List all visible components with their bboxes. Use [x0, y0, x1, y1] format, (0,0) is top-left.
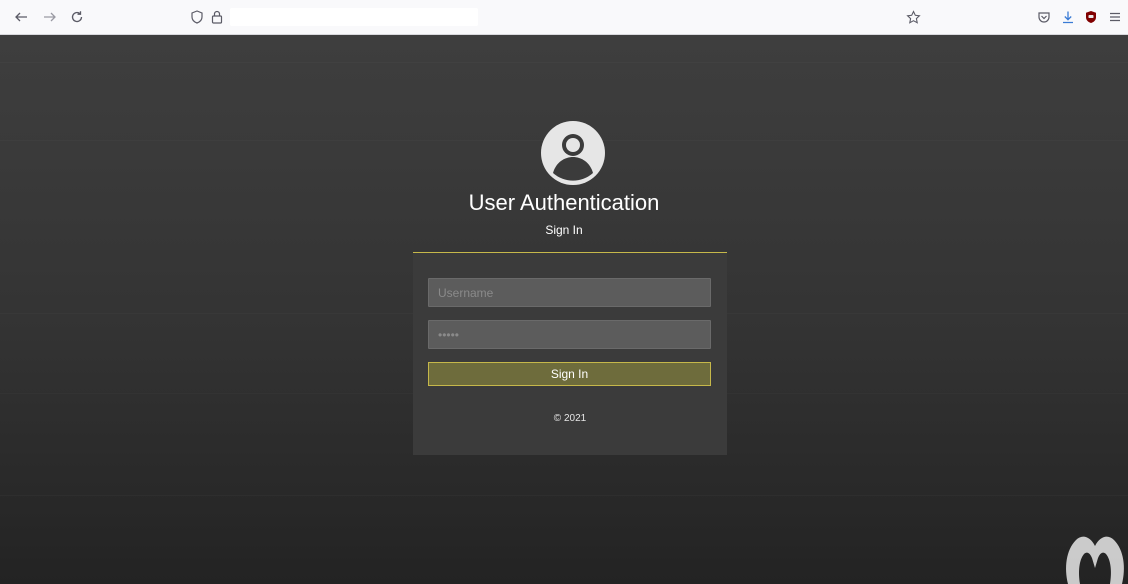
- pocket-icon: [1038, 12, 1050, 23]
- username-input[interactable]: [428, 278, 711, 307]
- bookmark-star-icon: [905, 9, 921, 24]
- menu-icon: [1110, 12, 1120, 22]
- arrow-right-icon: [44, 12, 56, 22]
- lock-icon[interactable]: [210, 10, 224, 24]
- login-card: Sign In © 2021: [413, 252, 727, 455]
- menu-button[interactable]: [1104, 6, 1126, 28]
- shield-outline-icon[interactable]: [190, 10, 204, 24]
- forward-button[interactable]: [39, 6, 61, 28]
- page-subtitle: Sign In: [545, 223, 583, 237]
- ublock-button[interactable]: [1080, 6, 1102, 28]
- ublock-origin-icon: [1086, 11, 1096, 23]
- download-icon: [1063, 11, 1073, 24]
- reload-icon: [71, 11, 83, 23]
- urlbar-icons: [190, 7, 224, 27]
- back-button[interactable]: [10, 6, 32, 28]
- background-band: [0, 495, 1128, 496]
- downloads-button[interactable]: [1057, 6, 1079, 28]
- browser-toolbar: [0, 0, 1128, 35]
- arrow-left-icon: [15, 12, 27, 22]
- login-page: User Authentication Sign In Sign In © 20…: [0, 35, 1128, 584]
- reload-button[interactable]: [66, 6, 88, 28]
- pocket-button[interactable]: [1033, 6, 1055, 28]
- malwarebytes-logo-icon: [1066, 536, 1124, 584]
- password-input[interactable]: [428, 320, 711, 349]
- user-avatar-icon: [541, 121, 605, 185]
- url-field[interactable]: [230, 8, 478, 26]
- page-title: User Authentication: [468, 190, 660, 215]
- bookmark-button[interactable]: [902, 6, 924, 28]
- sign-in-button[interactable]: Sign In: [428, 362, 711, 386]
- background-band: [0, 62, 1128, 63]
- copyright-text: © 2021: [553, 413, 587, 424]
